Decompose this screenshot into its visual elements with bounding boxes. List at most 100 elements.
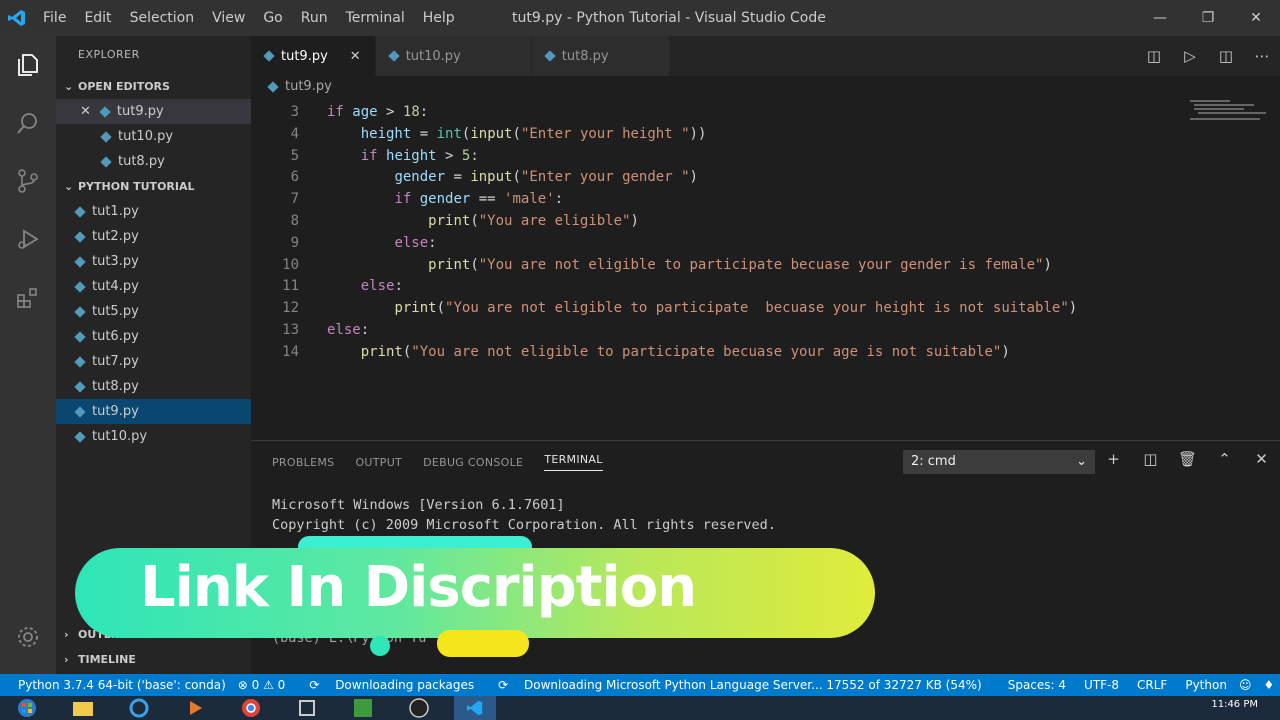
line-number: 3 <box>290 104 299 120</box>
eol-status[interactable]: CRLF <box>1137 678 1167 692</box>
trash-icon[interactable]: 🗑 <box>1169 450 1206 468</box>
file-item-tut10[interactable]: tut10.py <box>56 424 251 449</box>
internet-explorer-taskbar-icon[interactable] <box>118 696 160 720</box>
obs-taskbar-icon[interactable] <box>398 696 440 720</box>
run-debug-icon[interactable] <box>0 210 56 268</box>
explorer-icon[interactable] <box>0 36 56 94</box>
file-item-tut1[interactable]: tut1.py <box>56 199 251 224</box>
file-item-tut7[interactable]: tut7.py <box>56 349 251 374</box>
chevron-down-icon: ⌄ <box>64 180 74 193</box>
feedback-icon[interactable]: ☺ <box>1239 678 1252 692</box>
menu-bar: File Edit Selection View Go Run Terminal… <box>34 10 464 26</box>
code-line: 8 print("You are eligible") <box>251 211 1077 233</box>
file-item-tut2[interactable]: tut2.py <box>56 224 251 249</box>
close-panel-icon[interactable]: ✕ <box>1243 450 1280 468</box>
breadcrumb[interactable]: tut9.py <box>251 76 1280 98</box>
chevron-right-icon: › <box>64 628 69 641</box>
python-file-icon <box>74 280 86 293</box>
restore-icon[interactable]: ❐ <box>1184 0 1232 36</box>
breadcrumb-file: tut9.py <box>285 79 332 94</box>
tab-tut8[interactable]: tut8.py <box>531 36 670 76</box>
python-file-icon <box>74 380 86 393</box>
file-explorer-taskbar-icon[interactable] <box>62 696 104 720</box>
vscode-taskbar-icon[interactable] <box>454 696 496 720</box>
menu-file[interactable]: File <box>34 10 75 26</box>
code-text: if age > 18: <box>327 104 429 120</box>
file-item-tut8[interactable]: tut8.py <box>56 374 251 399</box>
file-item-tut6[interactable]: tut6.py <box>56 324 251 349</box>
code-text: else: <box>327 321 370 338</box>
spaces-status[interactable]: Spaces: 4 <box>1008 678 1066 692</box>
encoding-status[interactable]: UTF-8 <box>1084 678 1119 692</box>
app-taskbar-icon[interactable] <box>286 696 328 720</box>
start-button-icon[interactable] <box>6 696 48 720</box>
banner-text: Link In Discription <box>140 555 697 620</box>
status-bar: Python 3.7.4 64-bit ('base': conda) ⊗ 0 … <box>0 674 1280 696</box>
minimap[interactable] <box>1188 98 1268 128</box>
close-tab-icon[interactable]: ✕ <box>350 49 361 64</box>
more-actions-icon[interactable]: ⋯ <box>1244 47 1280 65</box>
search-icon[interactable] <box>0 94 56 152</box>
menu-go[interactable]: Go <box>254 10 291 26</box>
tab-problems[interactable]: PROBLEMS <box>272 456 334 469</box>
file-label: tut10.py <box>92 429 148 444</box>
menu-run[interactable]: Run <box>292 10 337 26</box>
file-item-tut4[interactable]: tut4.py <box>56 274 251 299</box>
split-editor-icon[interactable]: ◫ <box>1208 47 1244 65</box>
open-preview-icon[interactable]: ◫ <box>1136 47 1172 65</box>
downloading-server-status: ⟳ Downloading Microsoft Python Language … <box>486 678 982 692</box>
bell-icon[interactable]: ♦ <box>1263 678 1274 692</box>
open-editor-item[interactable]: tut10.py <box>56 124 251 149</box>
extensions-icon[interactable] <box>0 268 56 326</box>
code-text: print("You are not eligible to participa… <box>394 300 1078 317</box>
media-player-taskbar-icon[interactable] <box>174 696 216 720</box>
menu-selection[interactable]: Selection <box>121 10 204 26</box>
code-line: 12 print("You are not eligible to partic… <box>251 298 1077 320</box>
close-icon[interactable]: ✕ <box>1232 0 1280 36</box>
maximize-panel-icon[interactable]: ⌃ <box>1206 450 1243 468</box>
tab-label: tut8.py <box>561 48 609 64</box>
settings-gear-icon[interactable] <box>0 608 56 666</box>
terminal-select[interactable]: 2: cmd ⌄ <box>903 450 1095 474</box>
tab-label: tut10.py <box>405 48 461 64</box>
tab-terminal[interactable]: TERMINAL <box>544 453 603 471</box>
close-icon[interactable]: ✕ <box>80 99 91 124</box>
run-file-icon[interactable]: ▷ <box>1172 47 1208 65</box>
open-editor-item[interactable]: tut8.py <box>56 149 251 174</box>
language-status[interactable]: Python <box>1185 678 1227 692</box>
menu-view[interactable]: View <box>203 10 254 26</box>
menu-edit[interactable]: Edit <box>75 10 120 26</box>
code-text: else: <box>360 278 403 295</box>
minimize-icon[interactable]: — <box>1136 0 1184 36</box>
tab-debug-console[interactable]: DEBUG CONSOLE <box>423 456 523 469</box>
tab-tut9[interactable]: tut9.py ✕ <box>251 36 376 76</box>
timeline-header[interactable]: › TIMELINE <box>56 647 251 672</box>
menu-terminal[interactable]: Terminal <box>337 10 414 26</box>
chevron-right-icon: › <box>64 653 69 666</box>
open-editor-item[interactable]: ✕ tut9.py <box>56 99 251 124</box>
problems-status[interactable]: ⊗ 0 ⚠ 0 <box>238 678 286 692</box>
menu-help[interactable]: Help <box>414 10 464 26</box>
project-header[interactable]: ⌄ PYTHON TUTORIAL <box>56 174 251 199</box>
python-file-icon <box>74 255 86 268</box>
title-bar: File Edit Selection View Go Run Terminal… <box>0 0 1280 36</box>
file-item-tut5[interactable]: tut5.py <box>56 299 251 324</box>
tab-output[interactable]: OUTPUT <box>355 456 402 469</box>
interpreter-status[interactable]: Python 3.7.4 64-bit ('base': conda) <box>18 678 226 692</box>
file-label: tut5.py <box>92 304 139 319</box>
tab-tut10[interactable]: tut10.py <box>375 36 532 76</box>
new-terminal-icon[interactable]: + <box>1095 450 1132 468</box>
file-item-tut3[interactable]: tut3.py <box>56 249 251 274</box>
file-item-tut9[interactable]: tut9.py <box>56 399 251 424</box>
source-control-icon[interactable] <box>0 152 56 210</box>
chrome-taskbar-icon[interactable] <box>230 696 272 720</box>
code-lines[interactable]: 3 if age > 18: 4 height = int(input("Ente… <box>251 102 1077 364</box>
code-line: 11 else: <box>251 276 1077 298</box>
open-editors-header[interactable]: ⌄ OPEN EDITORS <box>56 74 251 99</box>
split-terminal-icon[interactable]: ◫ <box>1132 450 1169 468</box>
clock[interactable]: 11:46 PM <box>1211 699 1258 710</box>
torrent-taskbar-icon[interactable] <box>342 696 384 720</box>
open-editor-label: tut10.py <box>118 129 174 144</box>
editor-toolbar: ◫ ▷ ◫ ⋯ <box>1136 36 1280 76</box>
line-number: 14 <box>282 343 299 360</box>
